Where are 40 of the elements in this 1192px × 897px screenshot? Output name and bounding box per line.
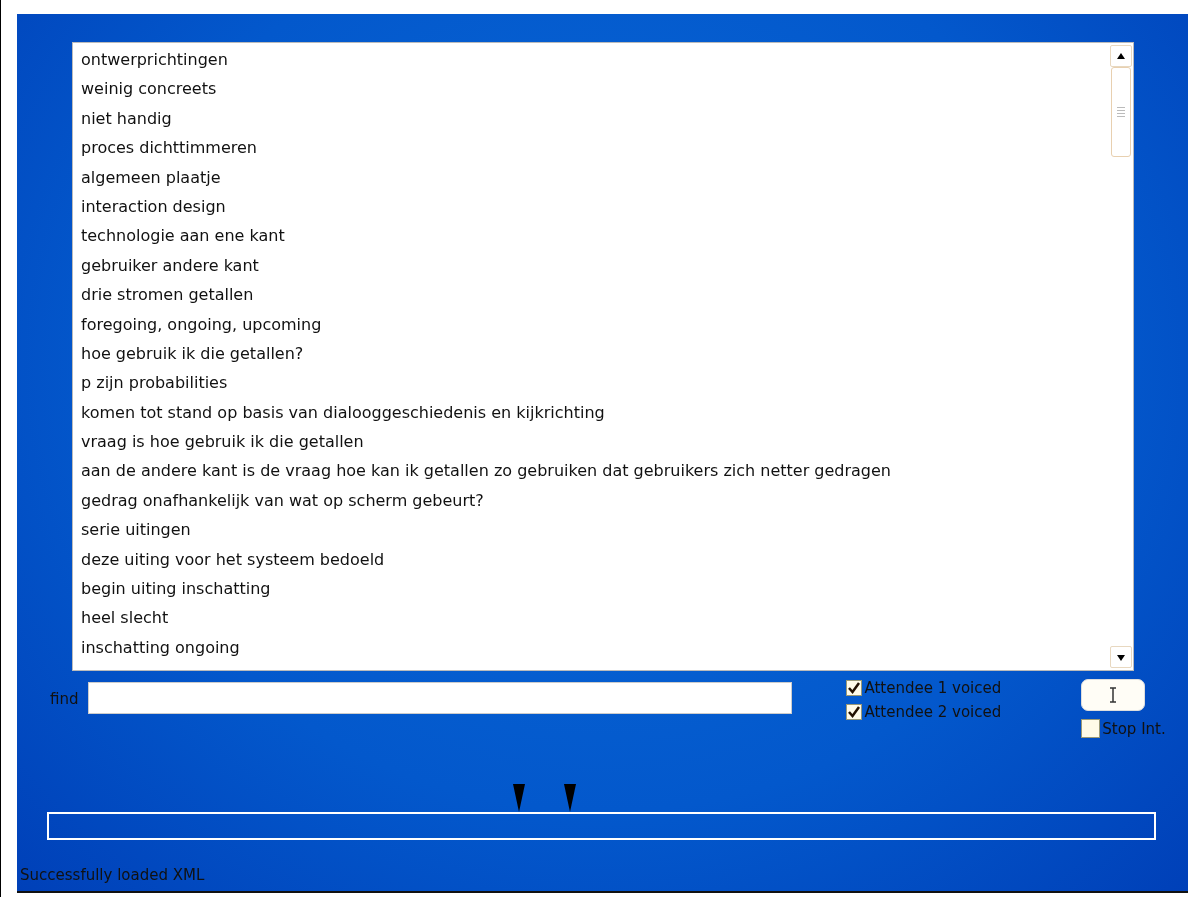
transcript-line[interactable]: begin uiting inschatting bbox=[81, 579, 1109, 609]
scroll-thumb[interactable] bbox=[1111, 67, 1131, 157]
transcript-line[interactable]: proces dichttimmeren bbox=[81, 138, 1109, 168]
checkbox[interactable] bbox=[846, 680, 863, 696]
scroll-up-icon[interactable] bbox=[1110, 45, 1132, 67]
transcript-line[interactable]: weinig concreets bbox=[81, 79, 1109, 109]
transcript-line[interactable]: vraag is hoe gebruik ik die getallen bbox=[81, 432, 1109, 462]
find-label: find bbox=[50, 690, 79, 708]
marker-icon[interactable] bbox=[513, 784, 526, 812]
transcript-line[interactable]: algemeen plaatje bbox=[81, 167, 1109, 197]
text-cursor-icon bbox=[1108, 687, 1119, 703]
transcript-line[interactable]: deze uiting voor het systeem bedoeld bbox=[81, 549, 1109, 580]
transcript-line[interactable]: niet handig bbox=[81, 108, 1109, 139]
transcript-line[interactable]: hoe gebruik ik die getallen? bbox=[81, 343, 1109, 374]
checkbox-label: Stop Int. bbox=[1102, 719, 1166, 738]
transcript-line[interactable]: ontwerprichtingen bbox=[81, 50, 1109, 80]
transcript-line[interactable]: drie stromen getallen bbox=[81, 285, 1109, 315]
transcript-line[interactable]: interaction design bbox=[81, 196, 1109, 227]
find-field[interactable] bbox=[88, 682, 793, 714]
checkbox[interactable] bbox=[1081, 719, 1101, 738]
transcript-line[interactable]: komen tot stand op basis van dialooggeschiedenis en kijkrichting bbox=[81, 402, 1109, 433]
transcript-line[interactable]: inschatting ongoing bbox=[81, 637, 1109, 668]
transcript-line[interactable]: p zijn probabilities bbox=[81, 373, 1109, 403]
transcript-line[interactable]: technologie aan ene kant bbox=[81, 226, 1109, 256]
checkbox-label: Attendee 1 voiced bbox=[864, 679, 1002, 697]
transcript-line[interactable]: gedrag onafhankelijk van wat op scherm gebeurt? bbox=[81, 490, 1109, 521]
transcript-line[interactable]: aan de andere kant is de vraag hoe kan ik getallen zo gebruiken dat gebruikers zich netter gedragen bbox=[81, 461, 1109, 491]
cursor-button[interactable] bbox=[1081, 679, 1146, 711]
transcript-line[interactable]: foregoing, ongoing, upcoming bbox=[81, 314, 1109, 344]
timeline-track[interactable] bbox=[47, 812, 1156, 840]
transcript-line[interactable]: heel slecht bbox=[81, 608, 1109, 638]
transcript-list[interactable] bbox=[72, 42, 1134, 671]
marker-icon[interactable] bbox=[564, 784, 577, 812]
transcript-line[interactable]: serie uitingen bbox=[81, 520, 1109, 550]
checkbox-label: Attendee 2 voiced bbox=[864, 703, 1002, 721]
scroll-down-icon[interactable] bbox=[1110, 646, 1132, 668]
status-text: Successfully loaded XML bbox=[20, 866, 206, 884]
transcript-line[interactable]: gebruiker andere kant bbox=[81, 255, 1109, 286]
scrollbar[interactable] bbox=[1109, 43, 1133, 670]
checkbox[interactable] bbox=[846, 704, 863, 720]
